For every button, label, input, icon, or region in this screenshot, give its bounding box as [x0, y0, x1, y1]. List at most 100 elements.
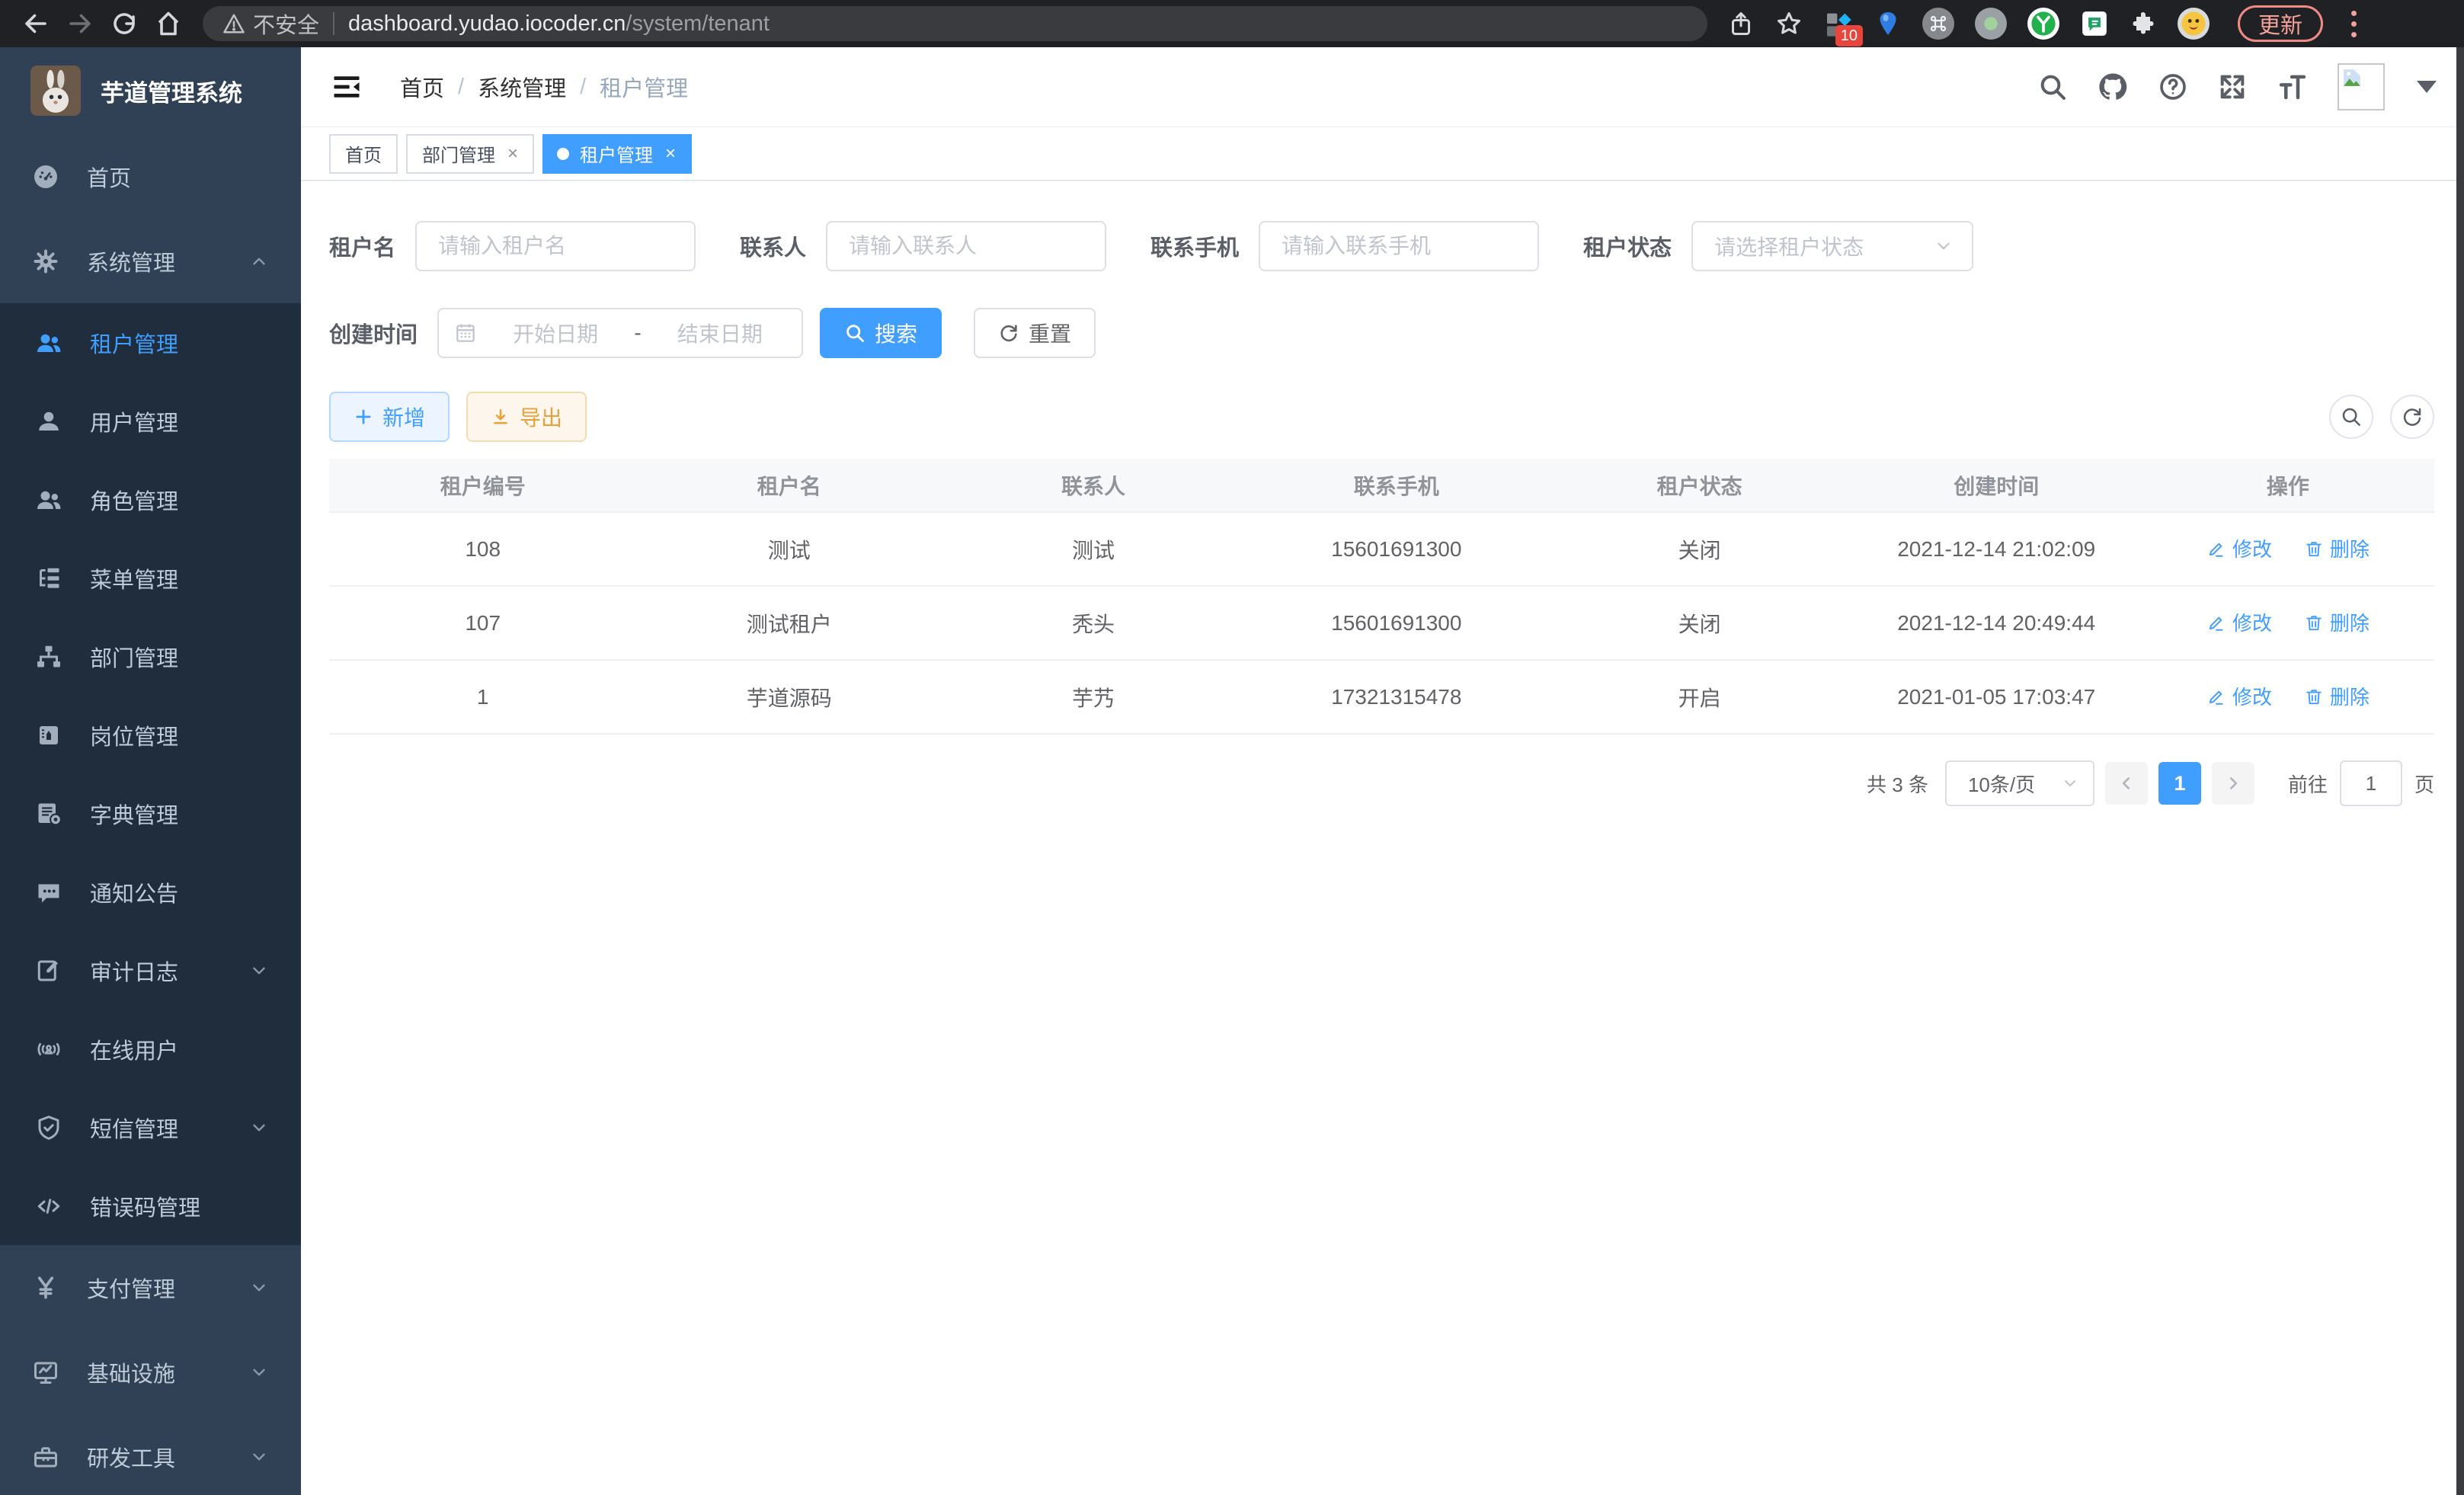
- sidebar-item-infra[interactable]: 基础设施: [0, 1330, 301, 1414]
- edit-link[interactable]: 修改: [2206, 608, 2272, 636]
- contact-input[interactable]: [826, 221, 1106, 271]
- date-range-picker[interactable]: 开始日期 - 结束日期: [437, 308, 803, 358]
- sidebar-item-notice[interactable]: 通知公告: [0, 853, 301, 931]
- table-row: 108 测试 测试 15601691300 关闭 2021-12-14 21:0…: [329, 512, 2434, 586]
- sidebar-item-label: 错误码管理: [90, 1190, 200, 1222]
- avatar[interactable]: [2338, 63, 2385, 110]
- prev-page-button[interactable]: [2105, 762, 2148, 805]
- tenant-name-input[interactable]: [415, 221, 696, 271]
- address-bar[interactable]: 不安全 dashboard.yudao.iocoder.cn/system/te…: [203, 6, 1707, 41]
- sidebar-item-system[interactable]: 系统管理: [0, 219, 301, 303]
- sidebar-item-pay[interactable]: 支付管理: [0, 1245, 301, 1330]
- forward-icon[interactable]: [58, 4, 102, 43]
- mobile-input[interactable]: [1259, 221, 1539, 271]
- not-secure-warning[interactable]: 不安全: [222, 8, 319, 40]
- reload-icon[interactable]: [102, 4, 146, 43]
- app-logo-row[interactable]: 芋道管理系统: [0, 47, 301, 134]
- tab-close-icon[interactable]: ×: [506, 143, 520, 165]
- tab-tenant[interactable]: 租户管理 ×: [542, 134, 692, 174]
- monitor-icon: [32, 1359, 59, 1386]
- header-search-icon[interactable]: [2037, 72, 2068, 102]
- calendar-icon: [454, 322, 477, 344]
- sidebar-item-dict[interactable]: 字典管理: [0, 774, 301, 853]
- end-date-placeholder: 结束日期: [654, 318, 786, 348]
- sidebar-item-menu[interactable]: 菜单管理: [0, 539, 301, 617]
- window-scrollbar-track[interactable]: [2456, 47, 2464, 1495]
- github-icon[interactable]: [2097, 71, 2129, 103]
- search-button[interactable]: 搜索: [820, 308, 942, 358]
- extension-tango-icon[interactable]: 10: [1823, 8, 1854, 39]
- chevron-down-icon: [249, 1362, 269, 1382]
- bookmark-star-icon[interactable]: [1775, 10, 1803, 37]
- pagination: 共 3 条 10条/页 1 前往 页: [329, 760, 2434, 806]
- show-search-icon-button[interactable]: [2329, 395, 2373, 439]
- tab-close-icon[interactable]: ×: [664, 143, 677, 165]
- page-header: 首页 / 系统管理 / 租户管理: [301, 47, 2464, 127]
- edit-pencil-icon: [2206, 539, 2226, 559]
- sidebar-item-dept[interactable]: 部门管理: [0, 617, 301, 696]
- sidebar-item-role[interactable]: 角色管理: [0, 460, 301, 539]
- sidebar-item-online-user[interactable]: 在线用户: [0, 1010, 301, 1088]
- roles-icon: [35, 486, 62, 514]
- sidebar-item-home[interactable]: 首页: [0, 134, 301, 219]
- tab-home[interactable]: 首页: [329, 134, 398, 174]
- trash-icon: [2304, 687, 2324, 706]
- home-icon[interactable]: [146, 4, 190, 43]
- chrome-update-button[interactable]: 更新: [2238, 5, 2323, 42]
- add-button[interactable]: 新增: [329, 392, 450, 442]
- message-icon: [35, 879, 62, 906]
- help-icon[interactable]: [2158, 72, 2188, 102]
- toolbox-icon: [32, 1443, 59, 1471]
- page-size-select[interactable]: 10条/页: [1945, 760, 2094, 806]
- extension-command-icon[interactable]: [1922, 8, 1954, 40]
- extension-chat-icon[interactable]: [2080, 9, 2109, 38]
- browser-menu-icon[interactable]: [2348, 8, 2360, 40]
- active-tab-dot: [557, 148, 569, 160]
- edit-link[interactable]: 修改: [2206, 534, 2272, 562]
- breadcrumb-home[interactable]: 首页: [400, 71, 444, 103]
- goto-page-input[interactable]: [2340, 760, 2402, 806]
- status-label: 租户状态: [1583, 230, 1672, 262]
- sidebar-item-label: 部门管理: [90, 641, 178, 673]
- extension-badge: 10: [1835, 25, 1863, 46]
- edit-link[interactable]: 修改: [2206, 682, 2272, 710]
- sidebar-item-sms[interactable]: 短信管理: [0, 1088, 301, 1167]
- profile-avatar-icon[interactable]: [2178, 8, 2210, 40]
- page-suffix: 页: [2414, 770, 2434, 798]
- update-label: 更新: [2258, 8, 2302, 40]
- broken-image-icon: [2342, 68, 2362, 88]
- fullscreen-icon[interactable]: [2217, 72, 2248, 102]
- sidebar-item-user[interactable]: 用户管理: [0, 382, 301, 460]
- refresh-table-button[interactable]: [2390, 395, 2434, 439]
- delete-link[interactable]: 删除: [2304, 534, 2370, 562]
- status-value: 关闭: [1548, 586, 1851, 660]
- extension-yudao-icon[interactable]: [2027, 8, 2059, 40]
- share-icon[interactable]: [1727, 10, 1755, 37]
- breadcrumb-system[interactable]: 系统管理: [478, 71, 566, 103]
- sidebar-item-post[interactable]: 岗位管理: [0, 696, 301, 774]
- sidebar-item-dev-tools[interactable]: 研发工具: [0, 1414, 301, 1495]
- status-select[interactable]: 请选择租户状态: [1691, 221, 1973, 271]
- delete-link[interactable]: 删除: [2304, 608, 2370, 636]
- avatar-caret-icon[interactable]: [2417, 81, 2437, 93]
- sidebar-item-tenant[interactable]: 租户管理: [0, 303, 301, 382]
- font-size-icon[interactable]: [2277, 71, 2309, 103]
- extension-green-dot-icon[interactable]: [1975, 8, 2007, 40]
- tenant-page: 租户名 联系人 联系手机 租户状态 请选择租户状态: [301, 181, 2464, 1495]
- sidebar-item-audit-log[interactable]: 审计日志: [0, 931, 301, 1010]
- extension-pin-icon[interactable]: [1874, 10, 1902, 37]
- delete-link[interactable]: 删除: [2304, 682, 2370, 710]
- edit-pencil-icon: [2206, 687, 2226, 706]
- download-icon: [491, 407, 510, 427]
- tab-label: 部门管理: [422, 140, 495, 167]
- sidebar-fold-icon[interactable]: [328, 69, 365, 105]
- export-button[interactable]: 导出: [466, 392, 587, 442]
- extensions-puzzle-icon[interactable]: [2130, 10, 2157, 37]
- reset-button[interactable]: 重置: [974, 308, 1096, 358]
- sidebar-item-error-code[interactable]: 错误码管理: [0, 1167, 301, 1245]
- current-page-button[interactable]: 1: [2158, 762, 2201, 805]
- back-icon[interactable]: [14, 4, 58, 43]
- search-icon: [2340, 405, 2363, 428]
- next-page-button[interactable]: [2212, 762, 2254, 805]
- tab-dept[interactable]: 部门管理 ×: [406, 134, 534, 174]
